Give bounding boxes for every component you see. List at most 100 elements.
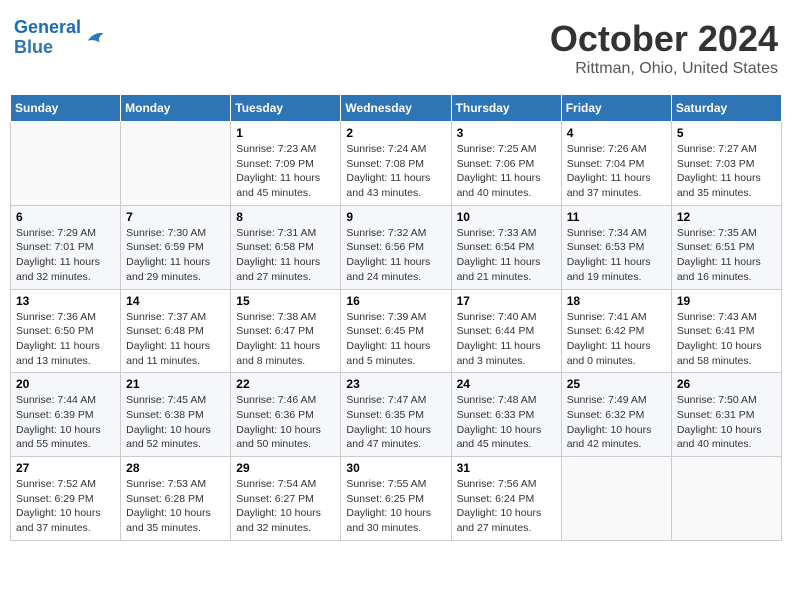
day-info: Sunrise: 7:26 AM Sunset: 7:04 PM Dayligh… — [567, 142, 666, 201]
day-info: Sunrise: 7:34 AM Sunset: 6:53 PM Dayligh… — [567, 226, 666, 285]
calendar-cell: 18Sunrise: 7:41 AM Sunset: 6:42 PM Dayli… — [561, 289, 671, 373]
header: General Blue October 2024 Rittman, Ohio,… — [10, 10, 782, 86]
calendar-cell — [671, 457, 781, 541]
calendar-cell: 7 Sunrise: 7:30 AM Sunset: 6:59 PM Daylig… — [121, 205, 231, 289]
day-number: 23 — [346, 377, 445, 391]
day-info: Sunrise: 7:48 AM Sunset: 6:33 PM Dayligh… — [457, 393, 556, 452]
day-info: Sunrise: 7:47 AM Sunset: 6:35 PM Dayligh… — [346, 393, 445, 452]
day-info: Sunrise: 7:43 AM Sunset: 6:41 PM Dayligh… — [677, 310, 776, 369]
day-number: 20 — [16, 377, 115, 391]
header-row: SundayMondayTuesdayWednesdayThursdayFrid… — [11, 95, 782, 122]
day-info: Sunrise: 7:44 AM Sunset: 6:39 PM Dayligh… — [16, 393, 115, 452]
day-number: 14 — [126, 294, 225, 308]
week-row-4: 20 Sunrise: 7:44 AM Sunset: 6:39 PM Dayli… — [11, 373, 782, 457]
day-number: 16 — [346, 294, 445, 308]
day-number: 4 — [567, 126, 666, 140]
calendar-cell: 29 Sunrise: 7:54 AM Sunset: 6:27 PM Dayli… — [231, 457, 341, 541]
day-info: Sunrise: 7:54 AM Sunset: 6:27 PM Dayligh… — [236, 477, 335, 536]
day-number: 9 — [346, 210, 445, 224]
day-info: Sunrise: 7:37 AM Sunset: 6:48 PM Dayligh… — [126, 310, 225, 369]
calendar-cell: 4 Sunrise: 7:26 AM Sunset: 7:04 PM Daylig… — [561, 122, 671, 206]
day-number: 7 — [126, 210, 225, 224]
day-info: Sunrise: 7:31 AM Sunset: 6:58 PM Dayligh… — [236, 226, 335, 285]
calendar-body: 1 Sunrise: 7:23 AM Sunset: 7:09 PM Daylig… — [11, 122, 782, 541]
day-info: Sunrise: 7:30 AM Sunset: 6:59 PM Dayligh… — [126, 226, 225, 285]
location: Rittman, Ohio, United States — [550, 60, 778, 78]
calendar-cell: 25 Sunrise: 7:49 AM Sunset: 6:32 PM Dayli… — [561, 373, 671, 457]
calendar-cell: 31 Sunrise: 7:56 AM Sunset: 6:24 PM Dayli… — [451, 457, 561, 541]
calendar-cell — [11, 122, 121, 206]
day-number: 22 — [236, 377, 335, 391]
day-info: Sunrise: 7:46 AM Sunset: 6:36 PM Dayligh… — [236, 393, 335, 452]
calendar-cell: 14 Sunrise: 7:37 AM Sunset: 6:48 PM Dayli… — [121, 289, 231, 373]
logo-line2: Blue — [14, 37, 53, 57]
day-number: 28 — [126, 461, 225, 475]
day-info: Sunrise: 7:36 AM Sunset: 6:50 PM Dayligh… — [16, 310, 115, 369]
day-number: 6 — [16, 210, 115, 224]
month-title: October 2024 — [550, 18, 778, 60]
calendar-cell: 8Sunrise: 7:31 AM Sunset: 6:58 PM Daylig… — [231, 205, 341, 289]
logo: General Blue — [14, 18, 111, 58]
col-header-friday: Friday — [561, 95, 671, 122]
calendar-cell: 15 Sunrise: 7:38 AM Sunset: 6:47 PM Dayli… — [231, 289, 341, 373]
day-number: 5 — [677, 126, 776, 140]
col-header-sunday: Sunday — [11, 95, 121, 122]
day-number: 17 — [457, 294, 556, 308]
day-info: Sunrise: 7:40 AM Sunset: 6:44 PM Dayligh… — [457, 310, 556, 369]
day-info: Sunrise: 7:29 AM Sunset: 7:01 PM Dayligh… — [16, 226, 115, 285]
calendar-cell: 30Sunrise: 7:55 AM Sunset: 6:25 PM Dayli… — [341, 457, 451, 541]
day-number: 12 — [677, 210, 776, 224]
calendar-cell: 20 Sunrise: 7:44 AM Sunset: 6:39 PM Dayli… — [11, 373, 121, 457]
day-info: Sunrise: 7:23 AM Sunset: 7:09 PM Dayligh… — [236, 142, 335, 201]
day-info: Sunrise: 7:27 AM Sunset: 7:03 PM Dayligh… — [677, 142, 776, 201]
day-info: Sunrise: 7:56 AM Sunset: 6:24 PM Dayligh… — [457, 477, 556, 536]
calendar-cell: 1 Sunrise: 7:23 AM Sunset: 7:09 PM Daylig… — [231, 122, 341, 206]
day-number: 11 — [567, 210, 666, 224]
day-info: Sunrise: 7:38 AM Sunset: 6:47 PM Dayligh… — [236, 310, 335, 369]
logo-line1: General — [14, 17, 81, 37]
day-number: 15 — [236, 294, 335, 308]
day-number: 26 — [677, 377, 776, 391]
calendar-cell: 9Sunrise: 7:32 AM Sunset: 6:56 PM Daylig… — [341, 205, 451, 289]
day-info: Sunrise: 7:53 AM Sunset: 6:28 PM Dayligh… — [126, 477, 225, 536]
day-number: 30 — [346, 461, 445, 475]
day-number: 31 — [457, 461, 556, 475]
week-row-2: 6 Sunrise: 7:29 AM Sunset: 7:01 PM Daylig… — [11, 205, 782, 289]
logo-bird-icon — [83, 24, 111, 52]
col-header-monday: Monday — [121, 95, 231, 122]
day-info: Sunrise: 7:41 AM Sunset: 6:42 PM Dayligh… — [567, 310, 666, 369]
col-header-wednesday: Wednesday — [341, 95, 451, 122]
day-info: Sunrise: 7:33 AM Sunset: 6:54 PM Dayligh… — [457, 226, 556, 285]
day-number: 13 — [16, 294, 115, 308]
calendar-cell: 13 Sunrise: 7:36 AM Sunset: 6:50 PM Dayli… — [11, 289, 121, 373]
calendar-cell: 26Sunrise: 7:50 AM Sunset: 6:31 PM Dayli… — [671, 373, 781, 457]
calendar-header: SundayMondayTuesdayWednesdayThursdayFrid… — [11, 95, 782, 122]
week-row-3: 13 Sunrise: 7:36 AM Sunset: 6:50 PM Dayli… — [11, 289, 782, 373]
calendar-table: SundayMondayTuesdayWednesdayThursdayFrid… — [10, 94, 782, 541]
day-number: 21 — [126, 377, 225, 391]
calendar-cell — [561, 457, 671, 541]
calendar-cell — [121, 122, 231, 206]
calendar-cell: 28 Sunrise: 7:53 AM Sunset: 6:28 PM Dayli… — [121, 457, 231, 541]
day-number: 29 — [236, 461, 335, 475]
calendar-cell: 24 Sunrise: 7:48 AM Sunset: 6:33 PM Dayli… — [451, 373, 561, 457]
week-row-5: 27Sunrise: 7:52 AM Sunset: 6:29 PM Dayli… — [11, 457, 782, 541]
col-header-thursday: Thursday — [451, 95, 561, 122]
day-number: 25 — [567, 377, 666, 391]
day-info: Sunrise: 7:39 AM Sunset: 6:45 PM Dayligh… — [346, 310, 445, 369]
calendar-cell: 17 Sunrise: 7:40 AM Sunset: 6:44 PM Dayli… — [451, 289, 561, 373]
calendar-cell: 27Sunrise: 7:52 AM Sunset: 6:29 PM Dayli… — [11, 457, 121, 541]
day-number: 19 — [677, 294, 776, 308]
calendar-cell: 16 Sunrise: 7:39 AM Sunset: 6:45 PM Dayli… — [341, 289, 451, 373]
day-number: 10 — [457, 210, 556, 224]
day-number: 24 — [457, 377, 556, 391]
day-info: Sunrise: 7:49 AM Sunset: 6:32 PM Dayligh… — [567, 393, 666, 452]
day-info: Sunrise: 7:25 AM Sunset: 7:06 PM Dayligh… — [457, 142, 556, 201]
day-info: Sunrise: 7:24 AM Sunset: 7:08 PM Dayligh… — [346, 142, 445, 201]
col-header-saturday: Saturday — [671, 95, 781, 122]
calendar-cell: 11 Sunrise: 7:34 AM Sunset: 6:53 PM Dayli… — [561, 205, 671, 289]
calendar-cell: 12Sunrise: 7:35 AM Sunset: 6:51 PM Dayli… — [671, 205, 781, 289]
calendar-cell: 6 Sunrise: 7:29 AM Sunset: 7:01 PM Daylig… — [11, 205, 121, 289]
day-number: 27 — [16, 461, 115, 475]
day-number: 1 — [236, 126, 335, 140]
